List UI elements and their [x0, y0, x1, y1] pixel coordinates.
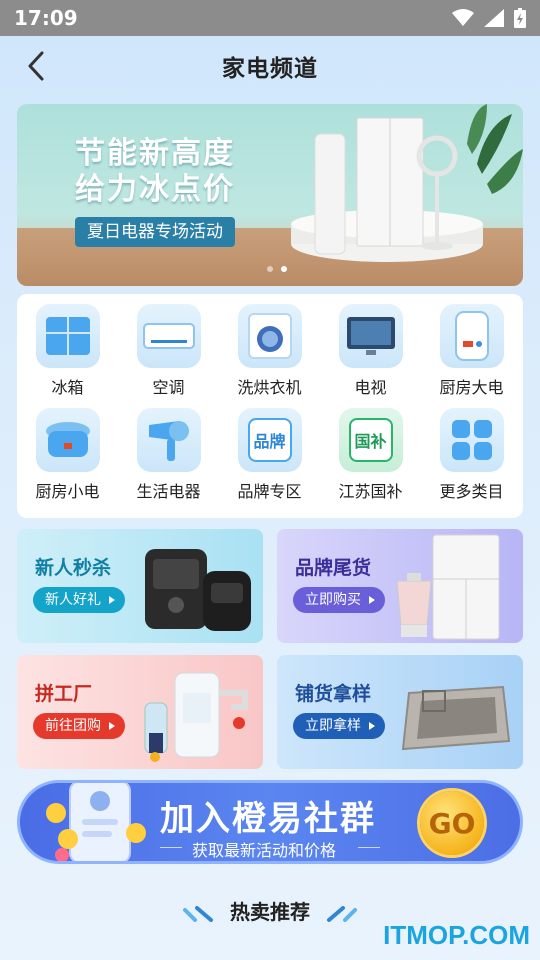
banner-products-image [291, 104, 523, 262]
water-heater-icon [439, 304, 504, 368]
category-brand-zone[interactable]: 品牌 品牌专区 [219, 398, 320, 502]
water-purifier-image [144, 672, 248, 762]
washing-machine-icon [237, 304, 302, 368]
status-time: 17:09 [14, 6, 78, 30]
banner-tag: 夏日电器专场活动 [75, 217, 235, 247]
subsidy-icon: 国补 [338, 408, 403, 472]
category-kitchen-small[interactable]: 厨房小电 [17, 398, 118, 502]
category-label: 品牌专区 [237, 482, 302, 501]
phone-emoji-image [46, 783, 146, 861]
promo-title: 铺货拿样 [295, 683, 372, 705]
banner-dot-active[interactable] [281, 266, 287, 272]
promo-group-buy[interactable]: 拼工厂 前往团购 [17, 655, 263, 769]
promo-sample-button[interactable]: 立即拿样 [293, 713, 385, 739]
category-label: 冰箱 [51, 378, 84, 397]
air-fryer-image [145, 549, 251, 631]
category-label: 厨房大电 [439, 378, 504, 397]
grid-icon [439, 408, 504, 472]
promo-brand-clearance[interactable]: 品牌尾货 立即购买 [277, 529, 523, 643]
go-button[interactable]: GO [420, 791, 484, 855]
status-bar: 17:09 [0, 0, 540, 36]
join-subtitle-line [160, 847, 182, 848]
air-conditioner-icon [136, 304, 201, 368]
join-community-banner[interactable]: 加入橙易社群 获取最新活动和价格 GO [17, 780, 523, 864]
promo-newcomer[interactable]: 新人秒杀 新人好礼 [17, 529, 263, 643]
category-jiangsu-subsidy[interactable]: 国补 江苏国补 [320, 398, 421, 502]
category-label: 生活电器 [136, 482, 201, 501]
category-more[interactable]: 更多类目 [421, 398, 522, 502]
tv-icon [338, 304, 403, 368]
brand-icon: 品牌 [237, 408, 302, 472]
join-title: 加入橙易社群 [160, 799, 376, 839]
rice-cooker-icon [35, 408, 100, 472]
fridge-blender-image [396, 534, 500, 640]
promo-title: 新人秒杀 [35, 557, 112, 579]
category-label: 厨房小电 [35, 482, 100, 501]
category-label: 江苏国补 [338, 482, 403, 501]
header: 家电频道 [0, 36, 540, 96]
wifi-icon [452, 9, 474, 26]
promo-group-buy-button[interactable]: 前往团购 [33, 713, 125, 739]
hero-banner[interactable]: 节能新高度 给力冰点价 夏日电器专场活动 [17, 104, 523, 286]
page-title: 家电频道 [222, 56, 318, 82]
banner-title-line1: 节能新高度 [75, 136, 235, 171]
watermark: ITMOP.COM [383, 920, 530, 950]
battery-icon [514, 8, 526, 28]
hot-title-text: 热卖推荐 [230, 900, 310, 924]
subsidy-icon-text: 国补 [348, 418, 393, 462]
category-grid: 冰箱 空调 洗烘衣机 电视 厨房大电 厨房小电 生活电器 品牌 品牌专区 国补 … [17, 294, 523, 518]
category-washing-machine[interactable]: 洗烘衣机 [219, 294, 320, 398]
promo-brand-clearance-button[interactable]: 立即购买 [293, 587, 385, 613]
left-slash-decoration [183, 905, 214, 922]
signal-icon [484, 9, 504, 27]
join-subtitle-line [358, 847, 380, 848]
banner-dots [267, 266, 287, 272]
category-life-appliance[interactable]: 生活电器 [118, 398, 219, 502]
right-slash-decoration [326, 905, 357, 922]
sink-image [401, 685, 511, 751]
category-label: 洗烘衣机 [237, 378, 302, 397]
category-label: 空调 [152, 378, 185, 397]
promo-sample[interactable]: 铺货拿样 立即拿样 [277, 655, 523, 769]
join-subtitle: 获取最新活动和价格 [192, 841, 337, 860]
promo-title: 品牌尾货 [295, 557, 372, 579]
category-label: 更多类目 [439, 482, 504, 501]
promo-newcomer-button[interactable]: 新人好礼 [33, 587, 125, 613]
hair-dryer-icon [136, 408, 201, 472]
category-air-conditioner[interactable]: 空调 [118, 294, 219, 398]
brand-icon-text: 品牌 [247, 418, 292, 462]
category-label: 电视 [354, 378, 387, 397]
promo-title: 拼工厂 [35, 683, 93, 705]
category-tv[interactable]: 电视 [320, 294, 421, 398]
banner-title: 节能新高度 给力冰点价 [75, 136, 235, 208]
category-fridge[interactable]: 冰箱 [17, 294, 118, 398]
back-icon[interactable] [22, 50, 52, 82]
banner-title-line2: 给力冰点价 [75, 172, 235, 207]
banner-dot[interactable] [267, 266, 273, 272]
fridge-icon [35, 304, 100, 368]
category-kitchen-large[interactable]: 厨房大电 [421, 294, 522, 398]
status-icons [452, 8, 526, 28]
